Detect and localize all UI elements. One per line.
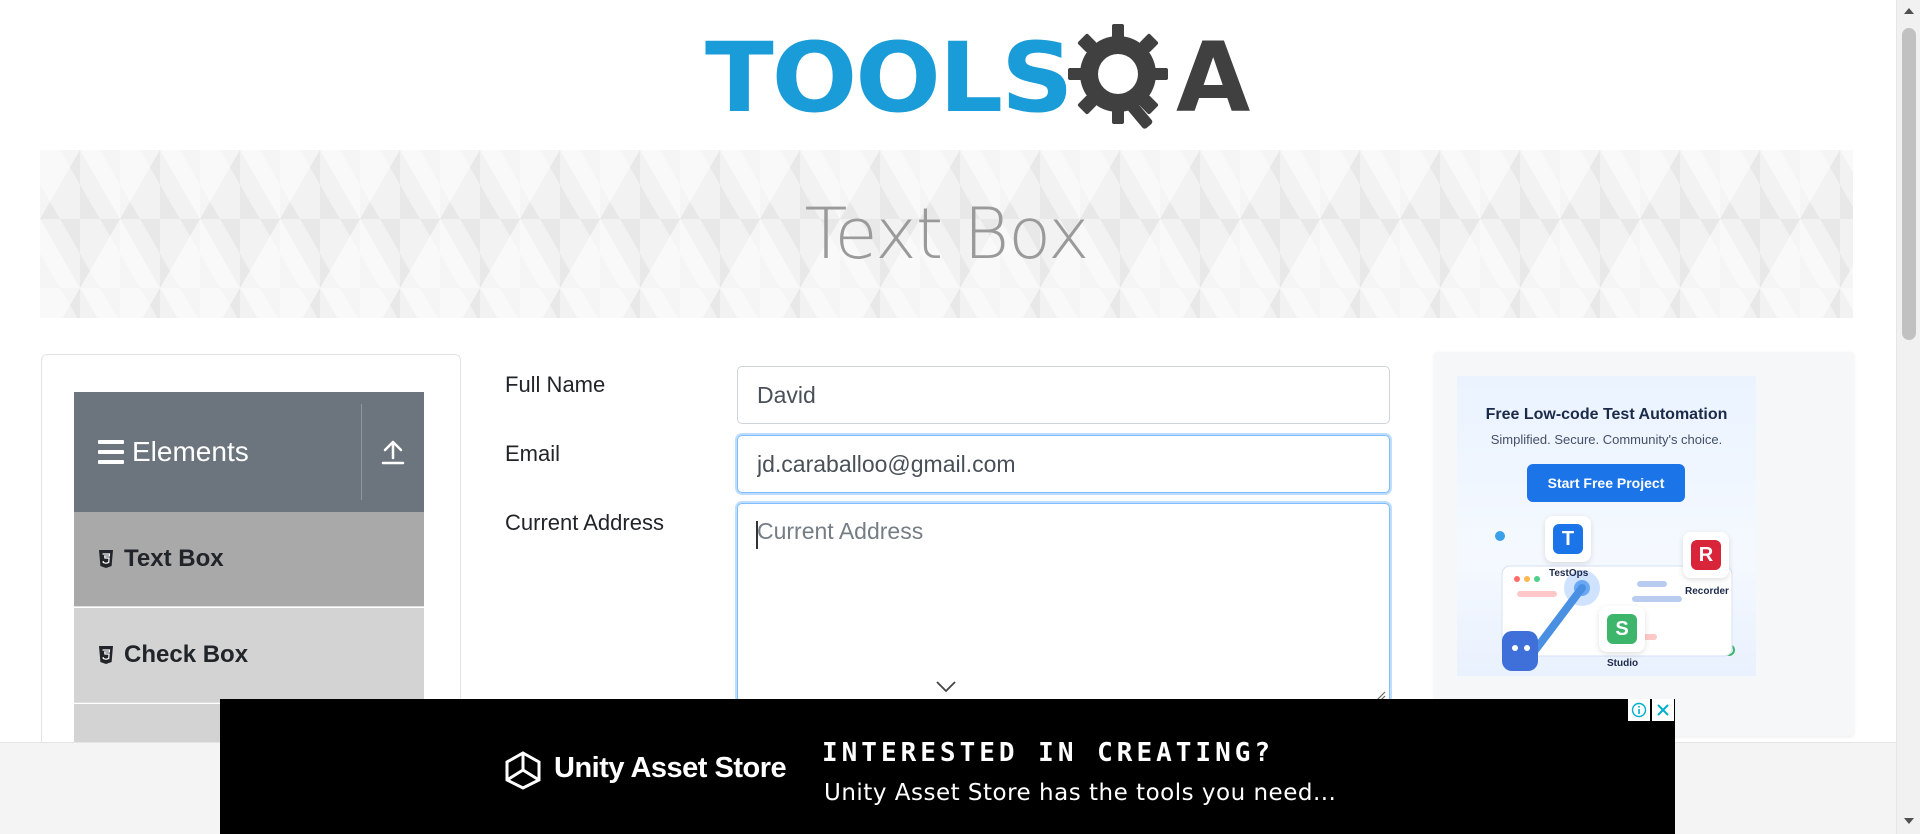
current-address-textarea[interactable] <box>737 503 1390 703</box>
site-header: TOOLS A <box>0 0 1900 150</box>
scroll-up-icon[interactable] <box>1904 8 1914 14</box>
chevron-down-icon[interactable] <box>935 680 957 694</box>
logo-suffix: A <box>1176 22 1251 134</box>
ad-title: Free Low-code Test Automation <box>1485 406 1728 423</box>
text-cursor <box>756 521 758 549</box>
html5-icon <box>99 646 113 664</box>
unity-logo-icon <box>505 751 541 790</box>
ad-card-label: TestOps <box>1549 568 1589 579</box>
scroll-down-icon[interactable] <box>1904 818 1914 824</box>
ad-subtitle: Simplified. Secure. Community's choice. <box>1490 432 1723 447</box>
page-title: Text Box <box>804 193 1090 275</box>
email-label: Email <box>505 441 561 466</box>
page-scrollbar[interactable] <box>1896 0 1920 834</box>
sidebar-item-text-box[interactable]: Text Box <box>74 512 424 607</box>
scroll-thumb[interactable] <box>1902 28 1916 340</box>
current-address-label: Current Address <box>505 510 664 535</box>
page-banner: Text Box <box>40 150 1853 318</box>
divider <box>361 404 362 500</box>
full-name-input[interactable] <box>737 366 1390 424</box>
gear-magnifier-icon <box>1068 24 1169 129</box>
start-free-project-button[interactable]: Start Free Project <box>1527 464 1685 502</box>
sidebar-item-check-box[interactable]: Check Box <box>74 608 424 703</box>
ad-brand: Unity Asset Store <box>554 752 787 784</box>
email-input[interactable] <box>737 435 1390 493</box>
sidebar-group-title: Elements <box>132 436 249 467</box>
sidebar-item-label: Text Box <box>124 545 224 572</box>
sidebar-item-label: Check Box <box>124 641 249 668</box>
testops-card: T <box>1545 516 1591 562</box>
ad-headline: INTERESTED IN CREATING? <box>822 738 1275 768</box>
katalon-ad[interactable]: Free Low-code Test Automation Simplified… <box>1457 376 1756 676</box>
toolsqa-logo[interactable]: TOOLS A <box>705 18 1250 138</box>
html5-icon <box>99 550 113 568</box>
ad-card-label: Studio <box>1607 658 1639 669</box>
hamburger-icon <box>98 440 124 464</box>
recorder-card: R <box>1683 532 1729 578</box>
ad-card-label: Recorder <box>1685 586 1729 597</box>
ad-info-icon[interactable] <box>1628 699 1650 721</box>
studio-card: S <box>1599 606 1645 652</box>
full-name-label: Full Name <box>505 372 606 397</box>
ad-subline: Unity Asset Store has the tools you need… <box>824 780 1337 806</box>
ad-controls <box>1628 699 1674 721</box>
collapse-arrow-icon[interactable] <box>380 438 406 466</box>
logo-text: TOOLS <box>705 22 1074 134</box>
sidebar-group-elements[interactable]: Elements <box>74 392 424 512</box>
ad-close-icon[interactable] <box>1652 699 1674 721</box>
